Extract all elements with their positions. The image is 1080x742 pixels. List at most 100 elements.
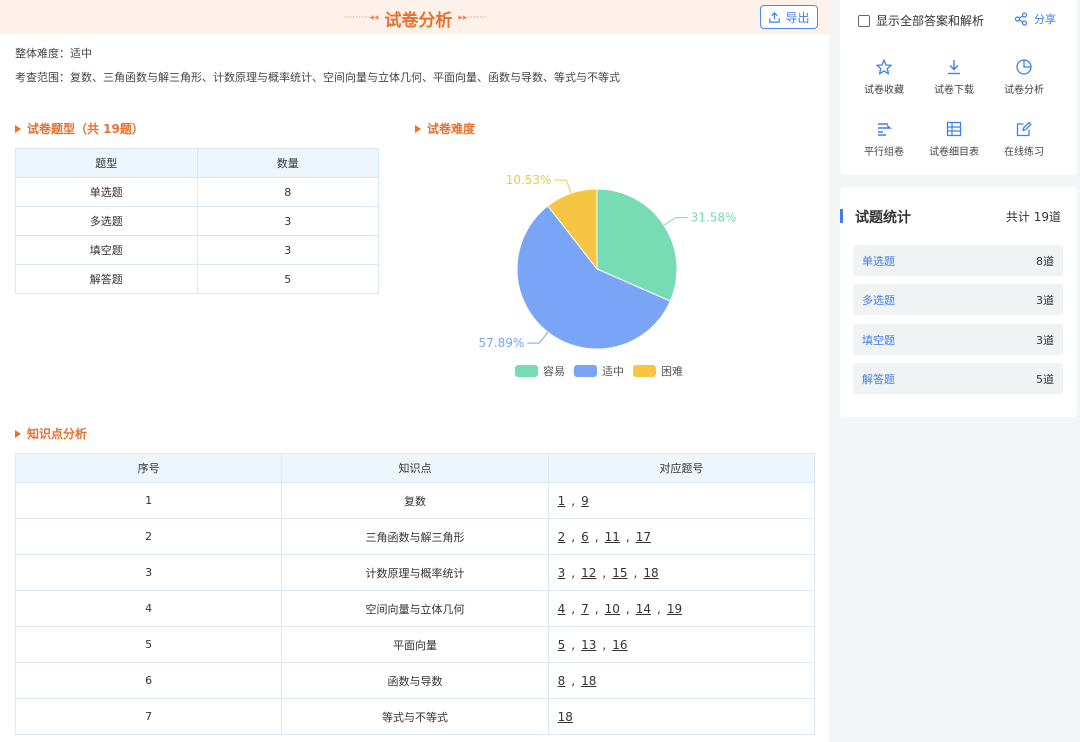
table-row: 填空题 3 [15, 235, 379, 265]
table-row: 6 函数与导数 8, 18 [14, 662, 816, 699]
section-marker-icon [15, 124, 21, 133]
stats-row-name: 填空题 [862, 333, 895, 347]
tool-label: 平行组卷 [864, 147, 904, 158]
question-link[interactable]: 6 [581, 530, 589, 544]
page: ·········◂◂ 试卷分析 ▸▸······· 导出 整体难度：适中 考查… [0, 0, 1080, 742]
online-practice-button[interactable]: 在线练习 [994, 120, 1054, 158]
legend-item[interactable]: 适中 [574, 363, 624, 379]
question-link[interactable]: 14 [636, 602, 651, 616]
question-count-cell: 3 [196, 235, 379, 265]
column-header: 序号 [14, 453, 283, 483]
download-paper-button[interactable]: 试卷下载 [924, 58, 984, 96]
separator: , [571, 673, 576, 688]
knowledge-name-cell: 函数与导数 [281, 662, 549, 699]
difficulty-pie-chart: 31.58% 57.89% 10.53% [479, 173, 737, 350]
knowledge-table: 序号 知识点 对应题号 1 复数 1, 9 2 三角函数与解三角形 2, 6, 11, 17 3 计数… [14, 453, 816, 735]
table-icon [946, 121, 962, 137]
tool-label: 试卷收藏 [864, 85, 904, 96]
stats-row-name: 解答题 [862, 372, 895, 386]
column-header: 题型 [15, 148, 198, 178]
stats-row-multiple-choice[interactable]: 多选题 3道 [853, 284, 1063, 315]
knowledge-name-cell: 复数 [281, 482, 549, 519]
knowledge-index-cell: 3 [14, 554, 283, 591]
tool-label: 试卷下载 [934, 85, 974, 96]
question-numbers-cell: 1,9 [547, 482, 816, 519]
knowledge-name-cell: 空间向量与立体几何 [281, 590, 549, 627]
show-all-answers-label: 显示全部答案和解析 [876, 14, 985, 28]
separator: , [571, 565, 576, 580]
analysis-panel: ·········◂◂ 试卷分析 ▸▸······· 导出 整体难度：适中 考查… [0, 0, 829, 742]
question-link[interactable]: 19 [667, 602, 682, 616]
question-type-cell: 解答题 [15, 264, 198, 294]
question-count-cell: 3 [196, 206, 379, 236]
show-all-answers-toggle[interactable]: 显示全部答案和解析 [858, 12, 984, 29]
stats-row-count: 3道 [1036, 293, 1054, 307]
share-button[interactable]: 分享 [1014, 11, 1056, 27]
knowledge-name-cell: 三角函数与解三角形 [281, 518, 549, 555]
question-numbers-cell: 18 [547, 698, 816, 735]
separator: , [633, 565, 638, 580]
question-link[interactable]: 11 [605, 530, 620, 544]
table-row: 4 空间向量与立体几何 4, 7, 10, 14, 19 [14, 590, 816, 627]
separator: , [571, 601, 576, 616]
legend-swatch [574, 365, 597, 377]
knowledge-index-cell: 7 [14, 698, 283, 735]
legend-item[interactable]: 容易 [515, 363, 565, 379]
question-link[interactable]: 17 [636, 530, 651, 544]
stats-row-name: 多选题 [862, 293, 895, 307]
separator: , [602, 565, 607, 580]
question-link[interactable]: 12 [581, 566, 596, 580]
export-button[interactable]: 导出 [760, 5, 818, 29]
title-bar: ·········◂◂ 试卷分析 ▸▸······· 导出 [0, 0, 829, 34]
paper-analysis-button[interactable]: 试卷分析 [994, 58, 1054, 96]
legend-item[interactable]: 困难 [633, 363, 683, 379]
difficulty-heading: 试卷难度 [415, 120, 475, 137]
table-row: 解答题 5 [15, 264, 379, 294]
question-type-cell: 填空题 [15, 235, 198, 265]
download-icon [948, 60, 960, 75]
paper-detail-table-button[interactable]: 试卷细目表 [924, 120, 984, 158]
question-link[interactable]: 9 [581, 494, 589, 508]
knowledge-index-cell: 5 [14, 626, 283, 663]
parallel-paper-button[interactable]: 平行组卷 [854, 120, 914, 158]
knowledge-name-cell: 计数原理与概率统计 [281, 554, 549, 591]
section-marker-icon [15, 429, 21, 438]
question-link[interactable]: 18 [558, 710, 573, 724]
question-link[interactable]: 13 [581, 638, 596, 652]
stats-row-single-choice[interactable]: 单选题 8道 [853, 245, 1063, 276]
separator: , [625, 601, 630, 616]
table-header-row: 题型 数量 [15, 148, 379, 178]
table-header-row: 序号 知识点 对应题号 [14, 453, 816, 483]
question-count-cell: 8 [196, 177, 379, 207]
knowledge-heading-text: 知识点分析 [27, 427, 88, 441]
question-numbers-cell: 3, 12, 15, 18 [547, 554, 816, 591]
table-row: 3 计数原理与概率统计 3, 12, 15, 18 [14, 554, 816, 591]
separator: , [625, 529, 630, 544]
question-numbers-cell: 2, 6, 11, 17 [547, 518, 816, 555]
stats-row-fill-blank[interactable]: 填空题 3道 [853, 324, 1063, 355]
question-link[interactable]: 18 [643, 566, 658, 580]
question-link[interactable]: 7 [581, 602, 589, 616]
question-link[interactable]: 18 [581, 674, 596, 688]
separator: , [602, 637, 607, 652]
question-numbers-cell: 8, 18 [547, 662, 816, 699]
title-deco-left: ·········◂◂ [343, 13, 379, 23]
knowledge-index-cell: 1 [14, 482, 283, 519]
stats-row-answer[interactable]: 解答题 5道 [853, 363, 1063, 394]
edit-icon [1016, 121, 1032, 137]
table-row: 单选题 8 [15, 177, 379, 207]
question-link[interactable]: 15 [612, 566, 627, 580]
parallel-paper-icon [878, 123, 892, 136]
pie-slice-label: 57.89% [479, 336, 525, 350]
separator: , [594, 529, 599, 544]
question-link[interactable]: 16 [612, 638, 627, 652]
stats-row-name: 单选题 [862, 254, 895, 268]
tools-card: 显示全部答案和解析 分享 试卷收藏 试卷下载 试卷分析 平行组卷 试卷细目表 在… [840, 0, 1077, 175]
collect-paper-button[interactable]: 试卷收藏 [854, 58, 914, 96]
stats-row-count: 3道 [1036, 333, 1054, 347]
show-all-answers-checkbox[interactable] [858, 14, 870, 27]
separator: , [571, 637, 576, 652]
table-row: 2 三角函数与解三角形 2, 6, 11, 17 [14, 518, 816, 555]
question-link[interactable]: 10 [605, 602, 620, 616]
question-numbers-cell: 4, 7, 10, 14, 19 [547, 590, 816, 627]
